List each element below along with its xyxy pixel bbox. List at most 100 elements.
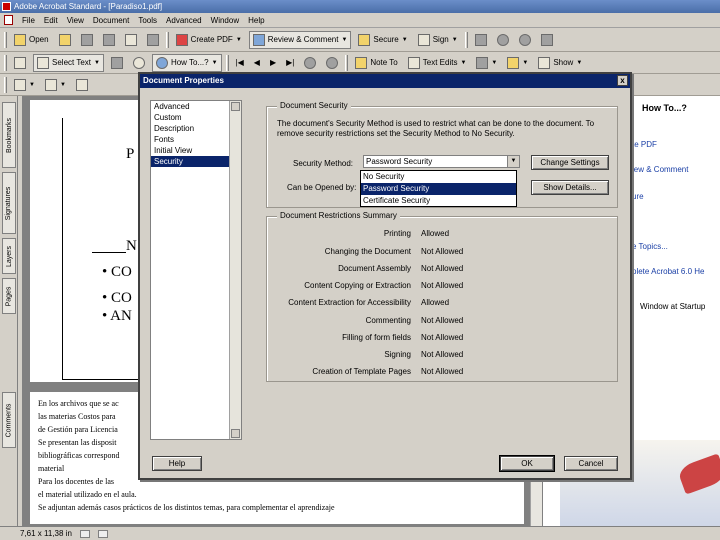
chevron-down-icon[interactable]: ▼ xyxy=(60,82,66,88)
select-text-button[interactable]: Select Text ▼ xyxy=(33,53,104,72)
show-details-button[interactable]: Show Details... xyxy=(531,180,609,195)
create-pdf-button[interactable]: Create PDF ▼ xyxy=(173,32,245,48)
security-method-dropdown[interactable]: No Security Password Security Certificat… xyxy=(360,170,517,207)
save-button[interactable] xyxy=(78,32,96,48)
menu-document[interactable]: Document xyxy=(93,16,129,25)
menu-view[interactable]: View xyxy=(67,16,84,25)
undo-button[interactable] xyxy=(494,32,512,48)
redo-button[interactable] xyxy=(516,32,534,48)
tab-signatures[interactable]: Signatures xyxy=(2,172,16,234)
page-size-readout: 7,61 x 11,38 in xyxy=(20,529,72,538)
menu-window[interactable]: Window xyxy=(211,16,239,25)
organizer-button[interactable] xyxy=(56,32,74,48)
scroll-down-icon[interactable] xyxy=(231,429,240,438)
show-button[interactable]: Show ▼ xyxy=(535,55,585,71)
chevron-down-icon[interactable]: ▼ xyxy=(341,37,347,43)
secure-button[interactable]: Secure ▼ xyxy=(355,32,410,48)
option-no-security[interactable]: No Security xyxy=(361,171,516,183)
startup-option[interactable]: Window at Startup xyxy=(640,302,705,311)
category-advanced[interactable]: Advanced xyxy=(151,101,241,112)
toolbar-grip[interactable] xyxy=(464,31,468,48)
menu-tools[interactable]: Tools xyxy=(138,16,157,25)
eraser-tool-button[interactable] xyxy=(73,77,91,93)
note-tool-button[interactable]: Note To xyxy=(352,55,400,71)
how-to-link[interactable]: iew & Comment xyxy=(632,165,688,174)
chevron-down-icon[interactable]: ▼ xyxy=(576,60,582,66)
attach-button[interactable] xyxy=(472,32,490,48)
how-to-link[interactable]: e Topics... xyxy=(632,242,668,251)
chevron-down-icon[interactable]: ▼ xyxy=(236,37,242,43)
text-edits-button[interactable]: Text Edits ▼ xyxy=(405,55,470,71)
chevron-down-icon[interactable]: ▼ xyxy=(460,60,466,66)
rotate-button[interactable] xyxy=(538,32,556,48)
how-to-link[interactable]: te PDF xyxy=(632,140,657,149)
stamp-button[interactable]: ▼ xyxy=(473,55,500,71)
chevron-down-icon[interactable]: ▼ xyxy=(94,60,100,66)
search-button[interactable] xyxy=(144,32,162,48)
menu-edit[interactable]: Edit xyxy=(44,16,58,25)
change-settings-button[interactable]: Change Settings xyxy=(531,155,609,170)
option-password-security[interactable]: Password Security xyxy=(361,183,516,195)
scroll-up-icon[interactable] xyxy=(231,102,240,111)
restriction-label: Signing xyxy=(384,350,411,359)
menu-file[interactable]: File xyxy=(22,16,35,25)
ok-button[interactable]: OK xyxy=(499,455,555,472)
folder-icon xyxy=(14,33,26,46)
menu-help[interactable]: Help xyxy=(248,16,264,25)
menu-advanced[interactable]: Advanced xyxy=(166,16,202,25)
category-scrollbar[interactable] xyxy=(229,101,241,439)
open-button[interactable]: Open xyxy=(11,32,52,48)
toolbar-grip[interactable] xyxy=(225,54,229,71)
review-comment-button[interactable]: Review & Comment ▼ xyxy=(248,30,352,49)
first-page-button[interactable]: |◀ xyxy=(233,56,247,69)
category-security[interactable]: Security xyxy=(151,156,241,167)
snapshot-button[interactable] xyxy=(108,55,126,71)
security-method-select[interactable]: Password Security ▼ xyxy=(363,155,520,168)
category-custom[interactable]: Custom xyxy=(151,112,241,123)
rectangle-tool-button[interactable]: ▼ xyxy=(11,77,38,93)
email-button[interactable] xyxy=(122,32,140,48)
tab-layers[interactable]: Layers xyxy=(2,238,16,274)
chevron-down-icon[interactable]: ▼ xyxy=(491,60,497,66)
toolbar-grip[interactable] xyxy=(165,31,169,48)
chevron-down-icon[interactable]: ▼ xyxy=(212,60,218,66)
status-nav-button[interactable] xyxy=(97,529,108,538)
zoom-button[interactable] xyxy=(130,55,148,71)
next-page-button[interactable]: ▶ xyxy=(267,56,279,69)
pencil-tool-button[interactable]: ▼ xyxy=(42,77,69,93)
toolbar-grip[interactable] xyxy=(4,54,7,71)
category-fonts[interactable]: Fonts xyxy=(151,134,241,145)
document-icon[interactable] xyxy=(4,15,13,25)
toolbar-grip[interactable] xyxy=(345,54,349,71)
chevron-down-icon[interactable]: ▼ xyxy=(29,82,35,88)
chevron-down-icon[interactable]: ▼ xyxy=(402,37,408,43)
how-to-link[interactable]: plete Acrobat 6.0 He xyxy=(632,267,705,276)
toolbar-grip[interactable] xyxy=(4,76,7,93)
tab-comments[interactable]: Comments xyxy=(2,392,16,448)
how-to-button[interactable]: How To...? ▼ xyxy=(151,53,222,72)
toolbar-grip[interactable] xyxy=(4,31,7,48)
sign-button[interactable]: Sign ▼ xyxy=(415,32,461,48)
tab-pages[interactable]: Pages xyxy=(2,278,16,314)
category-description[interactable]: Description xyxy=(151,123,241,134)
close-icon[interactable]: x xyxy=(617,75,628,86)
highlight-button[interactable]: ▼ xyxy=(504,55,531,71)
category-list[interactable]: Advanced Custom Description Fonts Initia… xyxy=(150,100,242,440)
option-certificate-security[interactable]: Certificate Security xyxy=(361,195,516,207)
cancel-button[interactable]: Cancel xyxy=(564,456,618,471)
print-button[interactable] xyxy=(100,32,118,48)
status-nav-button[interactable] xyxy=(79,529,90,538)
chevron-down-icon[interactable]: ▼ xyxy=(452,37,458,43)
how-to-link[interactable]: ure xyxy=(632,192,644,201)
help-button[interactable]: Help xyxy=(152,456,202,471)
back-view-button[interactable] xyxy=(301,55,319,71)
hand-tool-button[interactable] xyxy=(11,55,29,71)
category-initial-view[interactable]: Initial View xyxy=(151,145,241,156)
forward-view-button[interactable] xyxy=(323,55,341,71)
first-page-icon: |◀ xyxy=(235,58,244,67)
chevron-down-icon[interactable]: ▼ xyxy=(522,60,528,66)
last-page-button[interactable]: ▶| xyxy=(283,56,297,69)
prev-page-button[interactable]: ◀ xyxy=(251,56,263,69)
chevron-down-icon[interactable]: ▼ xyxy=(507,156,519,167)
tab-bookmarks[interactable]: Bookmarks xyxy=(2,102,16,168)
